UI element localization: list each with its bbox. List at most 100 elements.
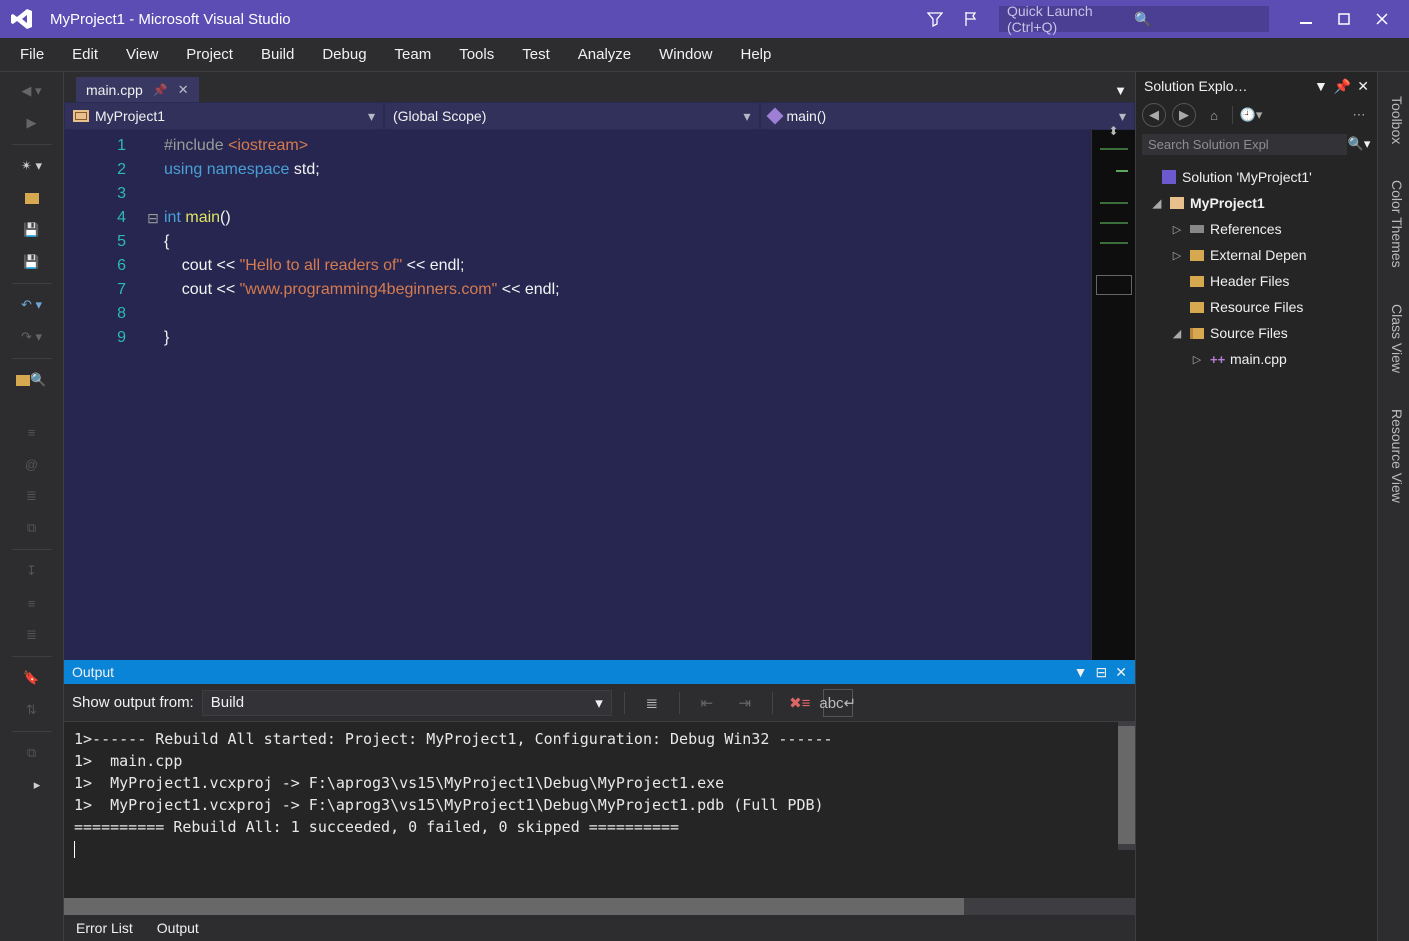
tree-main-cpp-node[interactable]: ▷++ main.cpp	[1136, 346, 1377, 372]
se-search-icon[interactable]: 🔍▾	[1347, 136, 1371, 152]
solution-explorer-header: Solution Explo… ▼ 📌 ✕	[1136, 72, 1377, 100]
filter-icon[interactable]	[921, 5, 949, 33]
output-clear-button[interactable]: ✖≡	[785, 689, 815, 717]
bottom-tab-output[interactable]: Output	[153, 918, 203, 938]
bookmark-button[interactable]: 🔖	[12, 663, 52, 693]
folder-icon	[1190, 302, 1204, 313]
code-editor[interactable]: 123456789 ⊟ #include <iostream>using nam…	[64, 130, 1135, 660]
menu-tools[interactable]: Tools	[445, 42, 508, 67]
menu-build[interactable]: Build	[247, 42, 308, 67]
menu-window[interactable]: Window	[645, 42, 726, 67]
tb-icon-7[interactable]: ≣	[12, 620, 52, 650]
right-tab-class-view[interactable]: Class View	[1378, 296, 1409, 381]
panel-dropdown-icon[interactable]: ▼	[1074, 664, 1088, 681]
overview-ruler[interactable]: ⬍	[1091, 130, 1135, 660]
se-history-button[interactable]: 🕘▾	[1239, 103, 1263, 127]
tab-overflow-button[interactable]: ▼	[1106, 79, 1135, 102]
se-home-button[interactable]: ⌂	[1202, 103, 1226, 127]
save-all-button[interactable]: 💾	[12, 247, 52, 277]
menu-file[interactable]: File	[6, 42, 58, 67]
solution-icon	[1162, 170, 1176, 184]
output-horizontal-scrollbar[interactable]	[64, 898, 1135, 915]
menu-bar: FileEditViewProjectBuildDebugTeamToolsTe…	[0, 38, 1409, 72]
menu-test[interactable]: Test	[508, 42, 564, 67]
tb-icon-2[interactable]: @	[12, 449, 52, 479]
flag-notification-icon[interactable]	[957, 5, 985, 33]
nav-forward-button[interactable]: ▶	[12, 108, 52, 138]
nav-member-selector[interactable]: main() ▾	[760, 102, 1136, 130]
se-search-placeholder: Search Solution Expl	[1148, 137, 1269, 152]
tb-icon-3[interactable]: ≣	[12, 481, 52, 511]
tb-icon-6[interactable]: ≡	[12, 588, 52, 618]
output-wrap-button[interactable]: abc↵	[823, 689, 853, 717]
tree-solution-label: Solution 'MyProject1'	[1182, 169, 1312, 185]
tree-resource-files-node[interactable]: Resource Files	[1136, 294, 1377, 320]
close-button[interactable]	[1363, 5, 1401, 33]
tree-solution-node[interactable]: Solution 'MyProject1'	[1136, 164, 1377, 190]
toolbar-overflow-button[interactable]: ▸	[17, 770, 57, 800]
se-pin-icon[interactable]: 📌	[1334, 78, 1351, 95]
tree-maincpp-label: main.cpp	[1230, 351, 1287, 367]
undo-button[interactable]: ↶ ▾	[12, 290, 52, 320]
panel-pin-icon[interactable]: ⊟	[1096, 664, 1108, 681]
save-button[interactable]: 💾	[12, 215, 52, 245]
menu-analyze[interactable]: Analyze	[564, 42, 645, 67]
se-forward-button[interactable]: ▶	[1172, 103, 1196, 127]
tree-source-files-node[interactable]: ◢ Source Files	[1136, 320, 1377, 346]
se-dropdown-icon[interactable]: ▼	[1314, 78, 1328, 95]
nav-scope-selector[interactable]: (Global Scope) ▾	[384, 102, 760, 130]
folder-icon	[1190, 276, 1204, 287]
folder-icon	[1190, 250, 1204, 261]
tree-external-node[interactable]: ▷ External Depen	[1136, 242, 1377, 268]
output-btn-1[interactable]: ≣	[637, 689, 667, 717]
redo-button[interactable]: ↷ ▾	[12, 322, 52, 352]
tree-project-node[interactable]: ◢ MyProject1	[1136, 190, 1377, 216]
split-handle-icon[interactable]: ⬍	[1108, 124, 1118, 138]
new-item-button[interactable]: ✴ ▾	[12, 151, 52, 181]
menu-edit[interactable]: Edit	[58, 42, 112, 67]
nav-project-selector[interactable]: MyProject1 ▾	[64, 102, 384, 130]
menu-help[interactable]: Help	[727, 42, 786, 67]
output-btn-2[interactable]: ⇤	[692, 689, 722, 717]
tb-icon-9[interactable]: ⧉	[12, 738, 52, 768]
code-folding-column[interactable]: ⊟	[142, 130, 164, 660]
output-vertical-scrollbar[interactable]	[1118, 722, 1135, 850]
tb-icon-8[interactable]: ⇅	[12, 695, 52, 725]
tree-header-files-node[interactable]: Header Files	[1136, 268, 1377, 294]
minimize-button[interactable]	[1287, 5, 1325, 33]
bottom-tabs: Error List Output	[64, 915, 1135, 941]
right-tab-resource-view[interactable]: Resource View	[1378, 401, 1409, 511]
tb-icon-1[interactable]: ≡	[12, 417, 52, 447]
se-search-input[interactable]: Search Solution Expl	[1142, 134, 1347, 155]
nav-back-button[interactable]: ◀ ▾	[12, 76, 52, 106]
tb-icon-4[interactable]: ⧉	[12, 513, 52, 543]
right-tab-color-themes[interactable]: Color Themes	[1378, 172, 1409, 276]
menu-debug[interactable]: Debug	[308, 42, 380, 67]
open-folder-button[interactable]	[12, 183, 52, 213]
menu-team[interactable]: Team	[381, 42, 446, 67]
output-btn-3[interactable]: ⇥	[730, 689, 760, 717]
output-panel-header: Output ▼ ⊟ ✕	[64, 660, 1135, 684]
se-back-button[interactable]: ◀	[1142, 103, 1166, 127]
right-tab-toolbox[interactable]: Toolbox	[1378, 88, 1409, 152]
se-close-icon[interactable]: ✕	[1357, 78, 1369, 95]
panel-close-icon[interactable]: ✕	[1115, 664, 1127, 681]
menu-project[interactable]: Project	[172, 42, 247, 67]
right-collapsed-tabs: Toolbox Color Themes Class View Resource Vi…	[1377, 72, 1409, 941]
maximize-button[interactable]	[1325, 5, 1363, 33]
tb-icon-5[interactable]: ↧	[12, 556, 52, 586]
se-more-button[interactable]: ⋯	[1347, 103, 1371, 127]
solution-explorer-search: Search Solution Expl 🔍▾	[1136, 130, 1377, 158]
tree-references-node[interactable]: ▷ References	[1136, 216, 1377, 242]
show-output-from-label: Show output from:	[72, 694, 194, 711]
code-area[interactable]: #include <iostream>using namespace std;i…	[164, 130, 1091, 660]
file-tab-main-cpp[interactable]: main.cpp 📌 ✕	[76, 77, 199, 102]
menu-view[interactable]: View	[112, 42, 172, 67]
close-tab-icon[interactable]: ✕	[178, 82, 189, 98]
bottom-tab-error-list[interactable]: Error List	[72, 918, 137, 938]
find-in-files-button[interactable]: 🔍	[12, 365, 52, 395]
output-text-area[interactable]: 1>------ Rebuild All started: Project: M…	[64, 722, 1135, 898]
show-output-from-select[interactable]: Build ▾	[202, 690, 612, 716]
pin-icon[interactable]: 📌	[153, 83, 168, 97]
quick-launch-input[interactable]: Quick Launch (Ctrl+Q) 🔍	[999, 6, 1269, 32]
